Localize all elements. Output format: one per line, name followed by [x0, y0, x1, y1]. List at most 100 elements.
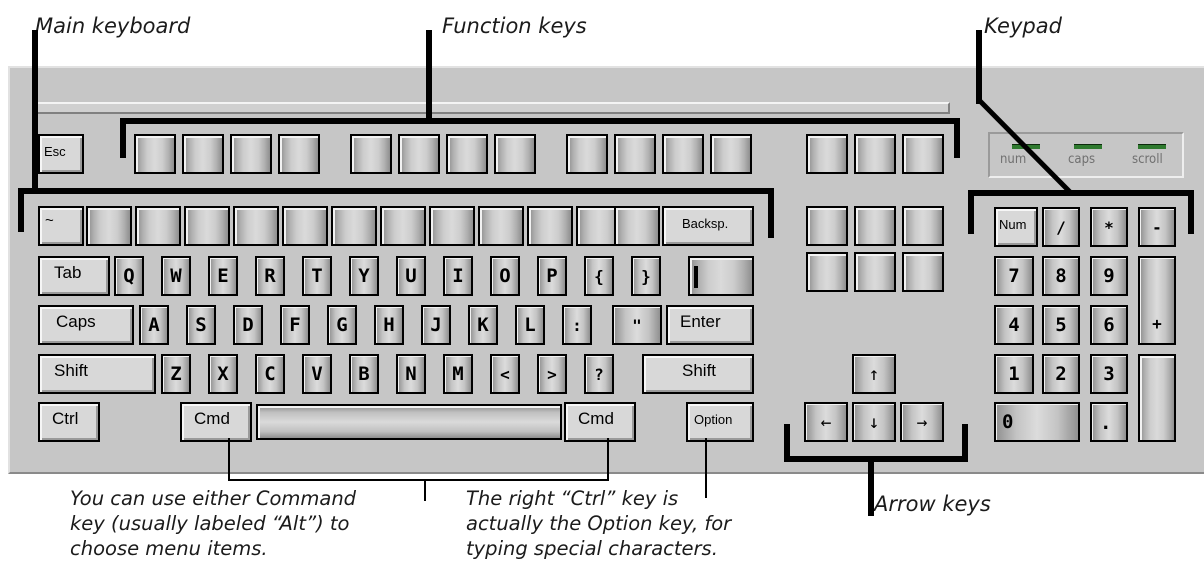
keypad-decimal-key[interactable]: .: [1090, 402, 1128, 442]
spacebar[interactable]: [256, 404, 562, 440]
letter-key[interactable]: O: [490, 256, 520, 296]
enter-key[interactable]: Enter: [666, 305, 754, 345]
letter-key[interactable]: S: [186, 305, 216, 345]
down-arrow-key[interactable]: ↓: [852, 402, 896, 442]
letter-key[interactable]: U: [396, 256, 426, 296]
function-key[interactable]: [710, 134, 752, 174]
function-key[interactable]: [350, 134, 392, 174]
left-shift-key[interactable]: Shift: [38, 354, 156, 394]
letter-key[interactable]: R: [255, 256, 285, 296]
question-key[interactable]: ?: [584, 354, 614, 394]
function-key[interactable]: [902, 134, 944, 174]
number-key[interactable]: [614, 206, 660, 246]
colon-key[interactable]: :: [562, 305, 592, 345]
keypad-digit-key[interactable]: 5: [1042, 305, 1080, 345]
letter-key[interactable]: M: [443, 354, 473, 394]
keypad-zero-key[interactable]: 0: [994, 402, 1080, 442]
less-than-key[interactable]: <: [490, 354, 520, 394]
edit-key[interactable]: [806, 252, 848, 292]
function-key[interactable]: [398, 134, 440, 174]
function-key[interactable]: [278, 134, 320, 174]
letter-key[interactable]: C: [255, 354, 285, 394]
option-key[interactable]: Option: [686, 402, 754, 442]
ctrl-key[interactable]: Ctrl: [38, 402, 100, 442]
number-key[interactable]: [331, 206, 377, 246]
letter-key[interactable]: W: [161, 256, 191, 296]
function-key[interactable]: [182, 134, 224, 174]
edit-key[interactable]: [902, 252, 944, 292]
function-key[interactable]: [446, 134, 488, 174]
letter-key[interactable]: Q: [114, 256, 144, 296]
number-key[interactable]: [184, 206, 230, 246]
letter-key[interactable]: A: [139, 305, 169, 345]
keypad-digit-key[interactable]: 2: [1042, 354, 1080, 394]
letter-key[interactable]: H: [374, 305, 404, 345]
letter-key[interactable]: V: [302, 354, 332, 394]
letter-key[interactable]: Y: [349, 256, 379, 296]
function-keys-pointer-line: [426, 30, 432, 120]
edit-key[interactable]: [854, 252, 896, 292]
esc-key[interactable]: Esc: [38, 134, 84, 174]
left-arrow-key[interactable]: ←: [804, 402, 848, 442]
letter-key[interactable]: I: [443, 256, 473, 296]
number-key[interactable]: [478, 206, 524, 246]
number-key[interactable]: [380, 206, 426, 246]
function-key[interactable]: [230, 134, 272, 174]
keypad-minus-key[interactable]: -: [1138, 207, 1176, 247]
edit-key[interactable]: [854, 206, 896, 246]
keypad-digit-key[interactable]: 6: [1090, 305, 1128, 345]
brace-right-key[interactable]: }: [631, 256, 661, 296]
up-arrow-key[interactable]: ↑: [852, 354, 896, 394]
edit-key[interactable]: [806, 206, 848, 246]
number-key[interactable]: [527, 206, 573, 246]
letter-key[interactable]: X: [208, 354, 238, 394]
right-shift-key[interactable]: Shift: [642, 354, 754, 394]
letter-key[interactable]: K: [468, 305, 498, 345]
greater-than-key[interactable]: >: [537, 354, 567, 394]
keypad-digit-key[interactable]: 3: [1090, 354, 1128, 394]
keypad-enter-key[interactable]: [1138, 354, 1176, 442]
letter-key[interactable]: E: [208, 256, 238, 296]
letter-key[interactable]: L: [515, 305, 545, 345]
letter-key[interactable]: N: [396, 354, 426, 394]
number-key[interactable]: [135, 206, 181, 246]
right-command-key[interactable]: Cmd: [564, 402, 636, 442]
letter-key[interactable]: J: [421, 305, 451, 345]
edit-key[interactable]: [902, 206, 944, 246]
function-key[interactable]: [806, 134, 848, 174]
keypad-digit-key[interactable]: 9: [1090, 256, 1128, 296]
number-key[interactable]: [86, 206, 132, 246]
quote-key[interactable]: ": [612, 305, 662, 345]
keypad-digit-key[interactable]: 7: [994, 256, 1034, 296]
left-command-key[interactable]: Cmd: [180, 402, 252, 442]
right-arrow-key[interactable]: →: [900, 402, 944, 442]
letter-key[interactable]: D: [233, 305, 263, 345]
letter-key[interactable]: B: [349, 354, 379, 394]
function-key[interactable]: [854, 134, 896, 174]
function-key[interactable]: [134, 134, 176, 174]
backspace-key[interactable]: Backsp.: [662, 206, 754, 246]
keypad-digit-key[interactable]: 1: [994, 354, 1034, 394]
function-key[interactable]: [662, 134, 704, 174]
function-key[interactable]: [494, 134, 536, 174]
brace-left-key[interactable]: {: [584, 256, 614, 296]
keypad-digit-key[interactable]: 8: [1042, 256, 1080, 296]
keypad-digit-key[interactable]: 4: [994, 305, 1034, 345]
function-key[interactable]: [614, 134, 656, 174]
tab-key[interactable]: Tab: [38, 256, 110, 296]
letter-key[interactable]: G: [327, 305, 357, 345]
function-key[interactable]: [566, 134, 608, 174]
letter-key[interactable]: P: [537, 256, 567, 296]
number-key[interactable]: [233, 206, 279, 246]
keypad-multiply-key[interactable]: *: [1090, 207, 1128, 247]
letter-key[interactable]: F: [280, 305, 310, 345]
keypad-divide-key[interactable]: /: [1042, 207, 1080, 247]
num-lock-key[interactable]: Num: [994, 207, 1038, 247]
tilde-key[interactable]: ~: [38, 206, 84, 246]
letter-key[interactable]: Z: [161, 354, 191, 394]
caps-lock-key[interactable]: Caps: [38, 305, 134, 345]
keypad-plus-key[interactable]: +: [1138, 256, 1176, 345]
letter-key[interactable]: T: [302, 256, 332, 296]
number-key[interactable]: [429, 206, 475, 246]
number-key[interactable]: [282, 206, 328, 246]
